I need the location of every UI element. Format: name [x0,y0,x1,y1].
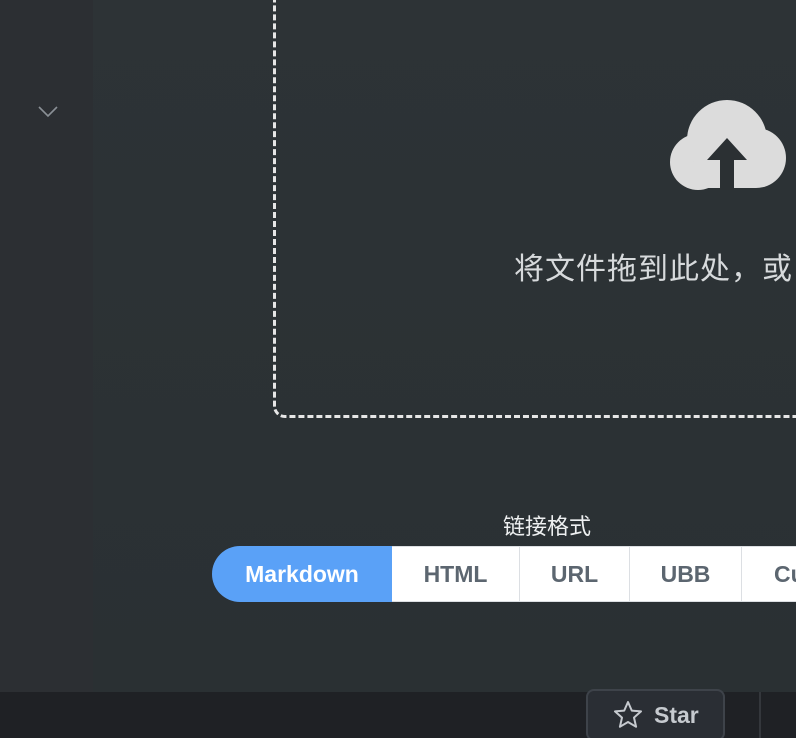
sidebar [0,0,93,692]
upload-hint-text: 将文件拖到此处，或 [514,252,793,287]
star-button[interactable]: Star [586,689,725,738]
chevron-down-icon[interactable] [38,106,58,118]
tab-markdown[interactable]: Markdown [212,546,392,602]
footer-divider [759,692,761,738]
link-format-tabs: Markdown HTML URL UBB Cu [212,546,796,602]
tab-html[interactable]: HTML [392,546,520,602]
tab-custom[interactable]: Cu [742,546,796,602]
upload-dropzone[interactable] [273,0,796,418]
link-format-label: 链接格式 [503,515,592,540]
tab-url[interactable]: URL [520,546,630,602]
star-label: Star [654,701,699,728]
tab-ubb[interactable]: UBB [630,546,742,602]
star-icon [614,701,642,728]
cloud-upload-icon [670,100,786,190]
app-page: 将文件拖到此处，或 链接格式 Markdown HTML URL UBB Cu … [0,0,796,738]
